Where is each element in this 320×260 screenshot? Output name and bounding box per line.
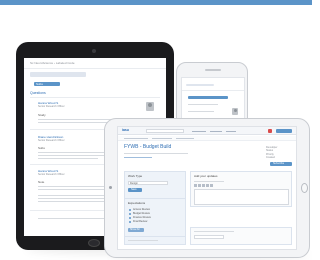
work-type-value: Design: [130, 181, 138, 185]
meta-labels: Developer Status Priority Created: [266, 146, 277, 159]
post-label: Note: [38, 180, 45, 184]
app-header: iasu: [118, 127, 296, 135]
update-textarea[interactable]: [194, 189, 289, 205]
account-button[interactable]: [276, 129, 292, 133]
save-button[interactable]: Save: [128, 188, 142, 192]
filter-select[interactable]: [194, 235, 224, 239]
camera-icon: [109, 186, 112, 189]
checklist-item[interactable]: Final Review: [133, 220, 147, 224]
post-subtitle: Senior Research Officer: [38, 173, 65, 176]
subscribe-label: Subscribe: [273, 161, 285, 165]
italic-icon[interactable]: [198, 184, 201, 187]
section-title: Add your updates: [194, 174, 218, 178]
home-button[interactable]: [301, 183, 308, 193]
phone-action-bar[interactable]: [188, 96, 228, 99]
accent-top-bar: [0, 0, 312, 5]
section-title: Work Type: [128, 174, 143, 178]
editor-toolbar: [194, 184, 234, 187]
subs-tab-label: Subs: [36, 81, 43, 86]
post-subtitle: Senior Research Officer: [38, 105, 65, 108]
checklist-item[interactable]: Access Review: [133, 208, 150, 212]
landscape-tablet: iasu FYWB - Budget Build Developer Statu…: [104, 118, 310, 258]
list-icon[interactable]: [206, 184, 209, 187]
bold-icon[interactable]: [194, 184, 197, 187]
speaker-grille: [205, 69, 221, 71]
post-label: Study: [38, 113, 46, 117]
notification-icon[interactable]: [268, 129, 272, 133]
avatar: [146, 102, 154, 111]
save-label: Save: [131, 187, 137, 191]
show-all-label: Show All: [130, 227, 140, 231]
avatar: [232, 108, 238, 115]
activity-panel: [190, 227, 292, 245]
post-label: Subs: [38, 146, 45, 150]
checklist-dot: [129, 217, 131, 219]
sub-header-strip: [30, 72, 86, 77]
post-subtitle: Senior Research Officer: [38, 139, 65, 142]
camera-icon: [92, 49, 96, 53]
search-input[interactable]: [146, 129, 184, 133]
sidebar-panel: Work Type Design Save Expectations Acces…: [124, 171, 186, 245]
subs-tab[interactable]: Subs: [34, 82, 60, 86]
update-panel: Add your updates: [190, 171, 292, 207]
breadcrumb[interactable]: Sc NeuroScience › Labeled Code: [30, 62, 75, 65]
underline-icon[interactable]: [202, 184, 205, 187]
checklist-item[interactable]: Budget Review: [133, 212, 150, 216]
meta-label-created: Created: [266, 155, 275, 159]
checklist-dot: [129, 221, 131, 223]
section-title: Questions: [30, 91, 46, 95]
tablet-screen: iasu FYWB - Budget Build Developer Statu…: [117, 126, 297, 250]
work-type-select[interactable]: Design: [128, 181, 168, 185]
device-showcase: Sc NeuroScience › Labeled Code Subs Ques…: [0, 0, 312, 260]
app-logo[interactable]: iasu: [122, 128, 129, 133]
show-all-button[interactable]: Show All: [128, 228, 144, 232]
subscribe-button[interactable]: Subscribe: [270, 162, 292, 166]
checklist-dot: [129, 213, 131, 215]
section-title: Expectations: [128, 201, 146, 205]
home-button[interactable]: [88, 239, 100, 247]
checklist-item[interactable]: Finance Review: [133, 216, 151, 220]
link-icon[interactable]: [210, 184, 213, 187]
checklist-dot: [129, 209, 131, 211]
page-title: FYWB - Budget Build: [124, 144, 172, 150]
